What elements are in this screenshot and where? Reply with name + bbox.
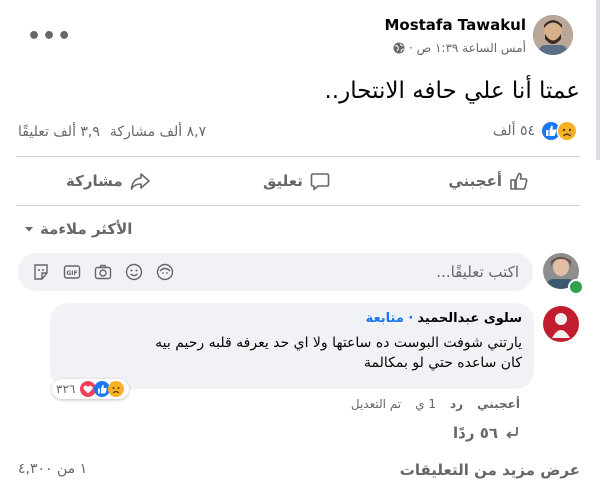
follow-button[interactable]: · متابعة (366, 311, 414, 326)
composer-icons: GIF (32, 263, 174, 281)
gif-icon[interactable]: GIF (63, 263, 81, 281)
camera-icon[interactable] (94, 263, 112, 281)
svg-text:GIF: GIF (66, 270, 77, 277)
comment-edited: تم التعديل (350, 397, 402, 411)
emoji-icon[interactable] (125, 263, 143, 281)
like-button[interactable]: أعجبني (448, 170, 530, 192)
comment-input[interactable]: اكتب تعليقًا... GIF (18, 253, 533, 291)
divider-top (16, 156, 580, 157)
comment-bubble-icon (309, 170, 331, 192)
comment-actions: أعجبني رد 1 ي تم التعديل (351, 397, 520, 411)
more-options-button[interactable]: ••• (27, 26, 72, 48)
comment-button[interactable]: تعليق (263, 170, 331, 192)
comment-placeholder: اكتب تعليقًا... (436, 263, 519, 281)
reactions-count: ٥٤ ألف (492, 123, 535, 139)
author-name[interactable]: Mostafa Tawakul (384, 16, 526, 34)
share-button[interactable]: مشاركة (66, 170, 151, 192)
shares-count[interactable]: ٨,٧ ألف مشاركة (110, 124, 206, 140)
reactions-summary[interactable]: ٥٤ ألف (493, 120, 578, 142)
comment-bubble: سلوى عبدالحميد · متابعة يارتني شوفت البو… (50, 303, 534, 389)
window-edge (596, 0, 600, 160)
share-arrow-icon (129, 170, 151, 192)
post-meta: أمس الساعة ١:٣٩ ص · (393, 41, 526, 55)
globe-icon (393, 42, 405, 54)
sort-label: الأكثر ملاءمة (40, 220, 133, 238)
comment-sad-reaction-icon (107, 380, 125, 398)
online-status-dot (568, 279, 584, 295)
thumbs-up-icon (508, 170, 530, 192)
comment-reply-button[interactable]: رد (450, 397, 463, 411)
replies-count: ٥٦ ردًا (452, 424, 498, 442)
caret-down-icon (24, 224, 34, 234)
post-text: عمتا أنا علي حافه الانتحار.. (324, 78, 580, 104)
commenter-name[interactable]: سلوى عبدالحميد (417, 311, 522, 326)
comment-label: تعليق (263, 172, 303, 190)
engagement-stats: ٨,٧ ألف مشاركة ٣,٩ ألف تعليقًا (18, 124, 206, 140)
avatar-sticker-icon[interactable] (156, 263, 174, 281)
comment-like-button[interactable]: أعجبني (477, 397, 520, 411)
sad-reaction-icon (556, 120, 578, 142)
view-more-comments[interactable]: عرض مزيد من التعليقات (400, 461, 580, 479)
post-time[interactable]: أمس الساعة ١:٣٩ ص · (409, 41, 526, 55)
like-label: أعجبني (448, 172, 502, 190)
comment-sort-dropdown[interactable]: الأكثر ملاءمة (24, 220, 132, 238)
view-replies-button[interactable]: ٥٦ ردًا (453, 424, 520, 442)
comments-pagination: ١ من ٤,٣٠٠ (18, 461, 88, 477)
comment-time[interactable]: 1 ي (415, 397, 436, 411)
sticker-icon[interactable] (32, 263, 50, 281)
comment-text-line-1: يارتني شوفت البوست ده ساعتها ولا اي حد ي… (155, 335, 522, 351)
share-label: مشاركة (66, 172, 123, 190)
comment-reactions-count: ٣٢٦ (56, 382, 76, 396)
more-dots-icon: ••• (27, 24, 73, 49)
comment-reactions[interactable]: ٣٢٦ (52, 379, 130, 399)
comment-text-line-2: كان ساعده حتي لو بمكالمة (364, 355, 522, 371)
comments-count[interactable]: ٣,٩ ألف تعليقًا (18, 124, 100, 140)
reply-arrow-icon (504, 425, 520, 441)
author-avatar[interactable] (533, 15, 573, 55)
commenter-avatar[interactable] (543, 306, 579, 342)
divider-bottom (16, 205, 580, 206)
